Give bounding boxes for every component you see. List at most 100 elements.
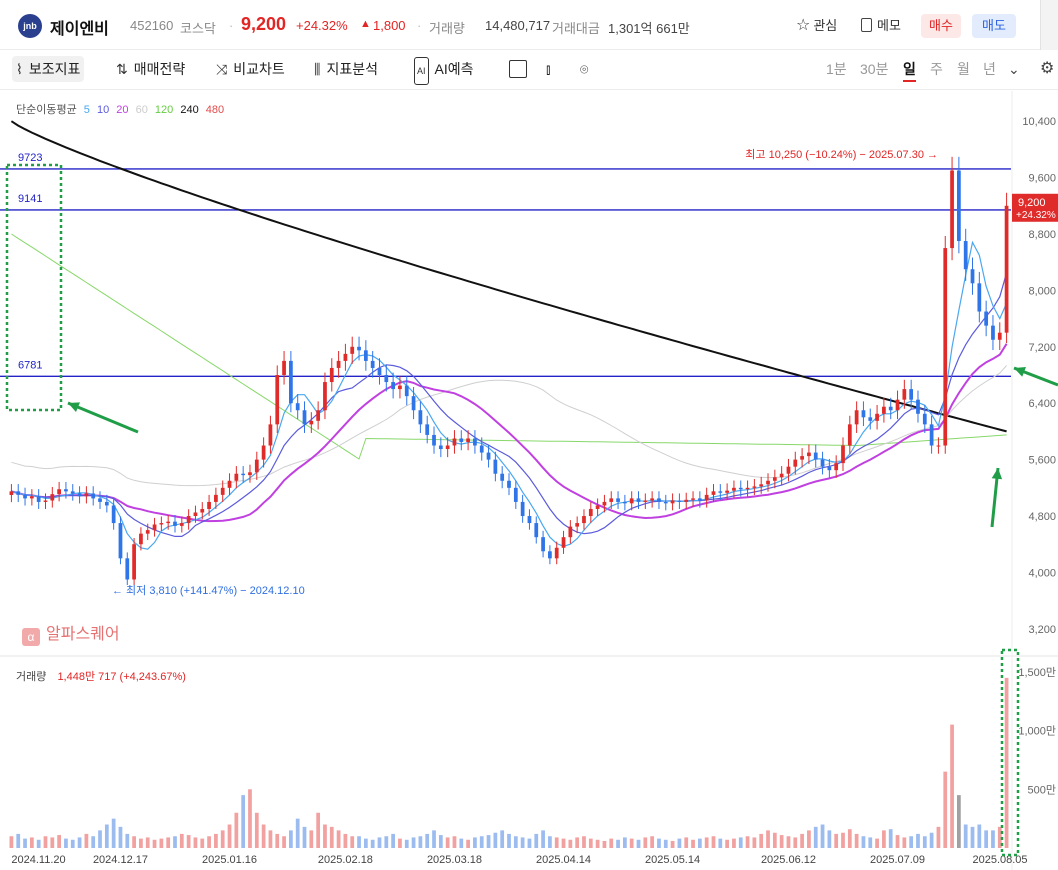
camera-icon[interactable]: ⌾ — [580, 56, 588, 82]
timeframe-year[interactable]: 년 — [983, 56, 996, 82]
volume-bar[interactable] — [507, 833, 511, 848]
candle-body[interactable] — [432, 434, 436, 446]
volume-bar[interactable] — [718, 838, 723, 848]
candle-body[interactable] — [302, 410, 307, 425]
volume-bar[interactable] — [943, 771, 948, 848]
gear-icon[interactable]: ⚙ — [1040, 56, 1054, 82]
timeframe-month[interactable]: 월 — [957, 56, 970, 82]
candle-body[interactable] — [111, 505, 116, 524]
volume-bar[interactable] — [295, 818, 300, 848]
volume-bar[interactable] — [684, 837, 689, 848]
candle-body[interactable] — [841, 445, 845, 464]
candle-body[interactable] — [500, 473, 505, 481]
candle-body[interactable] — [984, 311, 989, 326]
candle-body[interactable] — [745, 487, 750, 490]
candle-body[interactable] — [957, 170, 961, 242]
candle-body[interactable] — [697, 498, 702, 501]
volume-bar[interactable] — [329, 826, 334, 848]
volume-bar[interactable] — [984, 830, 989, 848]
volume-bar[interactable] — [963, 824, 968, 849]
candle-body[interactable] — [861, 410, 866, 418]
candle-body[interactable] — [398, 385, 402, 390]
candle-body[interactable] — [582, 516, 586, 524]
volume-bar[interactable] — [357, 836, 361, 848]
volume-bar[interactable] — [309, 830, 314, 848]
volume-bar[interactable] — [132, 836, 136, 848]
candle-body[interactable] — [29, 496, 34, 499]
candle-body[interactable] — [391, 382, 395, 390]
volume-bar[interactable] — [207, 836, 211, 848]
candle-body[interactable] — [813, 452, 818, 460]
volume-bar[interactable] — [500, 830, 505, 848]
volume-bar[interactable] — [336, 830, 341, 848]
volume-bar[interactable] — [84, 833, 89, 848]
candle-body[interactable] — [357, 346, 361, 351]
candle-body[interactable] — [343, 353, 348, 361]
volume-bar[interactable] — [268, 830, 273, 848]
candle-body[interactable] — [159, 523, 164, 525]
candle-body[interactable] — [527, 516, 532, 524]
volume-bar[interactable] — [841, 832, 845, 848]
volume-bar[interactable] — [370, 839, 375, 848]
volume-bar[interactable] — [882, 830, 886, 848]
candle-body[interactable] — [977, 283, 982, 312]
volume-bar[interactable] — [725, 839, 729, 848]
volume-bar[interactable] — [473, 837, 477, 848]
stock-name[interactable]: 제이엔비 — [50, 15, 109, 39]
candle-body[interactable] — [807, 452, 811, 457]
candle-body[interactable] — [916, 399, 920, 414]
candle-body[interactable] — [534, 523, 539, 538]
volume-bar[interactable] — [745, 836, 750, 848]
volume-bar[interactable] — [916, 833, 920, 848]
candle-body[interactable] — [459, 438, 464, 442]
candle-body[interactable] — [548, 551, 552, 559]
candle-body[interactable] — [725, 490, 729, 493]
volume-bar[interactable] — [214, 833, 218, 848]
volume-bar[interactable] — [350, 836, 355, 848]
volume-bar[interactable] — [432, 830, 436, 848]
volume-bar[interactable] — [616, 839, 620, 848]
volume-bar[interactable] — [227, 824, 232, 849]
volume-bar[interactable] — [445, 837, 450, 848]
volume-bar[interactable] — [800, 833, 804, 848]
candle-body[interactable] — [663, 501, 668, 504]
candle-body[interactable] — [657, 498, 661, 502]
volume-bar[interactable] — [568, 839, 573, 848]
candle-body[interactable] — [650, 498, 655, 501]
candle-body[interactable] — [575, 523, 580, 527]
candle-body[interactable] — [711, 491, 716, 495]
volume-bar[interactable] — [991, 830, 995, 848]
timeframe-1min[interactable]: 1분 — [826, 56, 847, 82]
candle-body[interactable] — [909, 389, 914, 400]
candle-body[interactable] — [350, 346, 355, 354]
candle-body[interactable] — [520, 501, 525, 517]
volume-bar[interactable] — [343, 833, 348, 848]
candle-body[interactable] — [57, 489, 61, 495]
candle-body[interactable] — [704, 494, 709, 501]
volume-bar[interactable] — [875, 838, 879, 848]
candle-body[interactable] — [759, 484, 764, 487]
candle-body[interactable] — [561, 537, 566, 548]
candle-body[interactable] — [466, 438, 470, 442]
candle-body[interactable] — [418, 410, 423, 425]
candle-body[interactable] — [793, 459, 798, 467]
volume-bar[interactable] — [888, 829, 893, 848]
volume-bar[interactable] — [582, 836, 586, 848]
volume-bar[interactable] — [248, 789, 252, 848]
candle-body[interactable] — [282, 360, 286, 375]
volume-bar[interactable] — [929, 832, 934, 848]
volume-bar[interactable] — [289, 830, 293, 848]
volume-bar[interactable] — [513, 836, 518, 848]
candle-body[interactable] — [268, 424, 273, 446]
volume-bar[interactable] — [793, 837, 798, 848]
candle-body[interactable] — [779, 473, 784, 478]
candle-body[interactable] — [275, 375, 280, 425]
volume-bar[interactable] — [902, 837, 907, 848]
volume-bar[interactable] — [704, 837, 709, 848]
volume-bar[interactable] — [16, 833, 21, 848]
candle-body[interactable] — [43, 500, 48, 502]
candle-body[interactable] — [943, 248, 948, 446]
price-chart[interactable]: 10,400 9,600 8,800 8,000 7,200 6,400 5,600 4,80… — [0, 91, 1058, 870]
candle-body[interactable] — [936, 445, 941, 447]
candle-body[interactable] — [834, 463, 839, 471]
